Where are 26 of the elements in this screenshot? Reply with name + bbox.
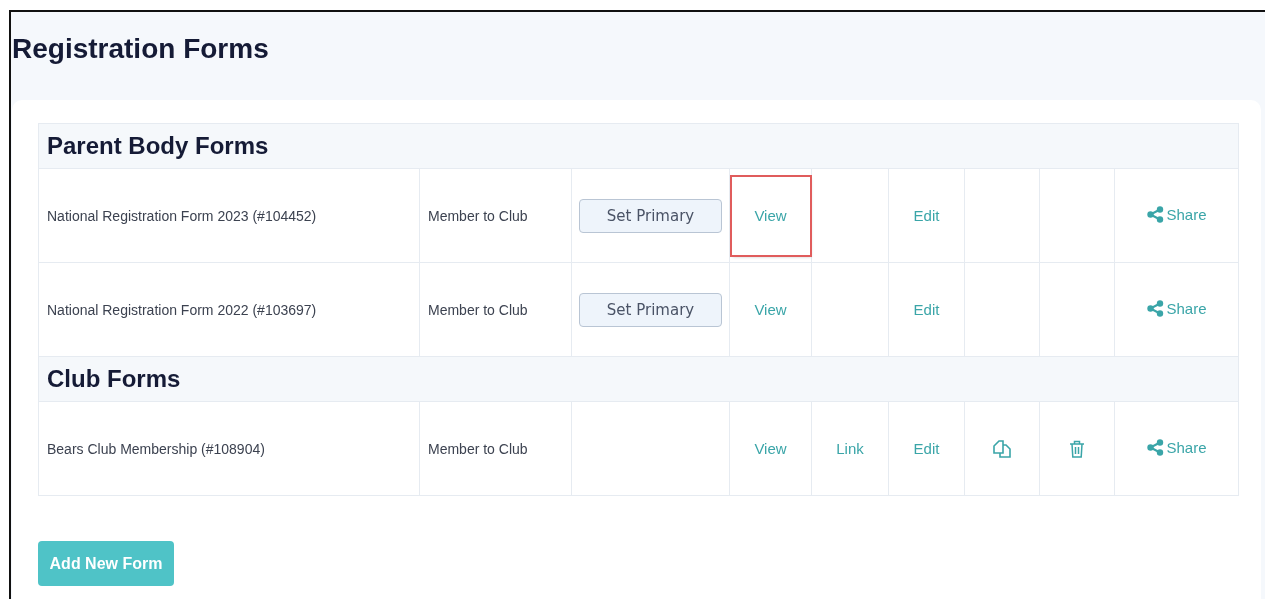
form-name: National Registration Form 2022 (#103697)	[47, 301, 317, 318]
form-type: Member to Club	[428, 440, 528, 457]
form-name: National Registration Form 2023 (#104452)	[47, 207, 317, 224]
set-primary-button[interactable]: Set Primary	[579, 198, 722, 233]
view-link[interactable]: View	[754, 440, 787, 457]
share-icon	[1146, 438, 1164, 456]
view-link[interactable]: View	[754, 301, 787, 318]
edit-link[interactable]: Edit	[913, 301, 940, 318]
share-icon	[1146, 205, 1164, 223]
add-new-form-button[interactable]: Add New Form	[38, 541, 174, 586]
share-link[interactable]: Share	[1146, 299, 1207, 317]
edit-link[interactable]: Edit	[913, 207, 940, 224]
copy-icon[interactable]	[992, 438, 1012, 459]
share-icon	[1146, 299, 1164, 317]
form-type: Member to Club	[428, 207, 528, 224]
share-link[interactable]: Share	[1146, 438, 1207, 456]
link-link[interactable]: Link	[836, 440, 864, 457]
form-type: Member to Club	[428, 301, 528, 318]
share-link[interactable]: Share	[1146, 205, 1207, 223]
edit-link[interactable]: Edit	[913, 440, 940, 457]
set-primary-button[interactable]: Set Primary	[579, 292, 722, 327]
section-title: Parent Body Forms	[47, 132, 269, 159]
section-title: Club Forms	[47, 365, 181, 392]
trash-icon[interactable]	[1069, 439, 1085, 458]
page-title: Registration Forms	[11, 32, 270, 66]
form-name: Bears Club Membership (#108904)	[47, 440, 265, 457]
